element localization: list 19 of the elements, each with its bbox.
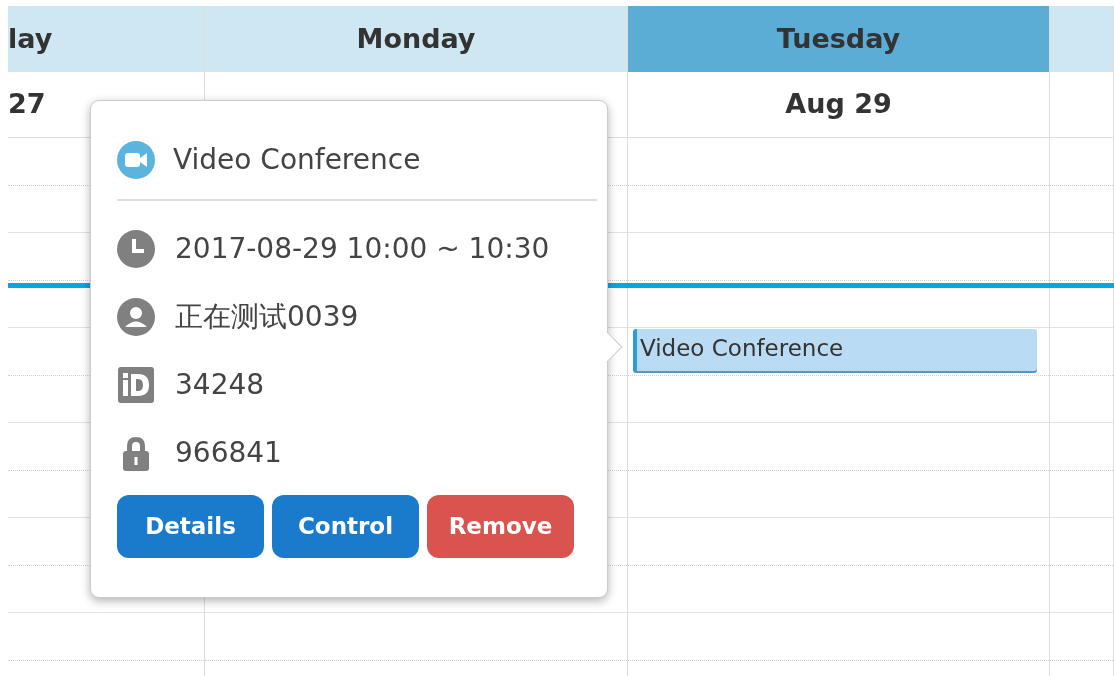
detail-text: 2017-08-29 10:00 ~ 10:30: [175, 231, 550, 267]
date-label: Aug 29: [785, 87, 892, 122]
detail-text: 34248: [175, 367, 265, 403]
day-header[interactable]: lay: [8, 6, 204, 72]
action-button[interactable]: Details: [117, 495, 264, 558]
day-header[interactable]: [1050, 6, 1113, 72]
calendar-event[interactable]: Video Conference: [633, 329, 1037, 371]
remove-button[interactable]: Remove: [427, 495, 574, 558]
clock-icon: [117, 230, 155, 268]
day-header[interactable]: Monday: [205, 6, 627, 72]
video-camera-icon: [117, 141, 155, 179]
person-icon: [117, 298, 155, 336]
action-button[interactable]: Control: [272, 495, 419, 558]
detail-text: 正在测试0039: [175, 299, 359, 335]
date-label: 27: [8, 87, 46, 122]
day-header[interactable]: Tuesday: [628, 6, 1049, 72]
detail-text: 966841: [175, 435, 282, 471]
id-card-icon: [117, 366, 155, 404]
popover-title: Video Conference: [173, 142, 421, 178]
